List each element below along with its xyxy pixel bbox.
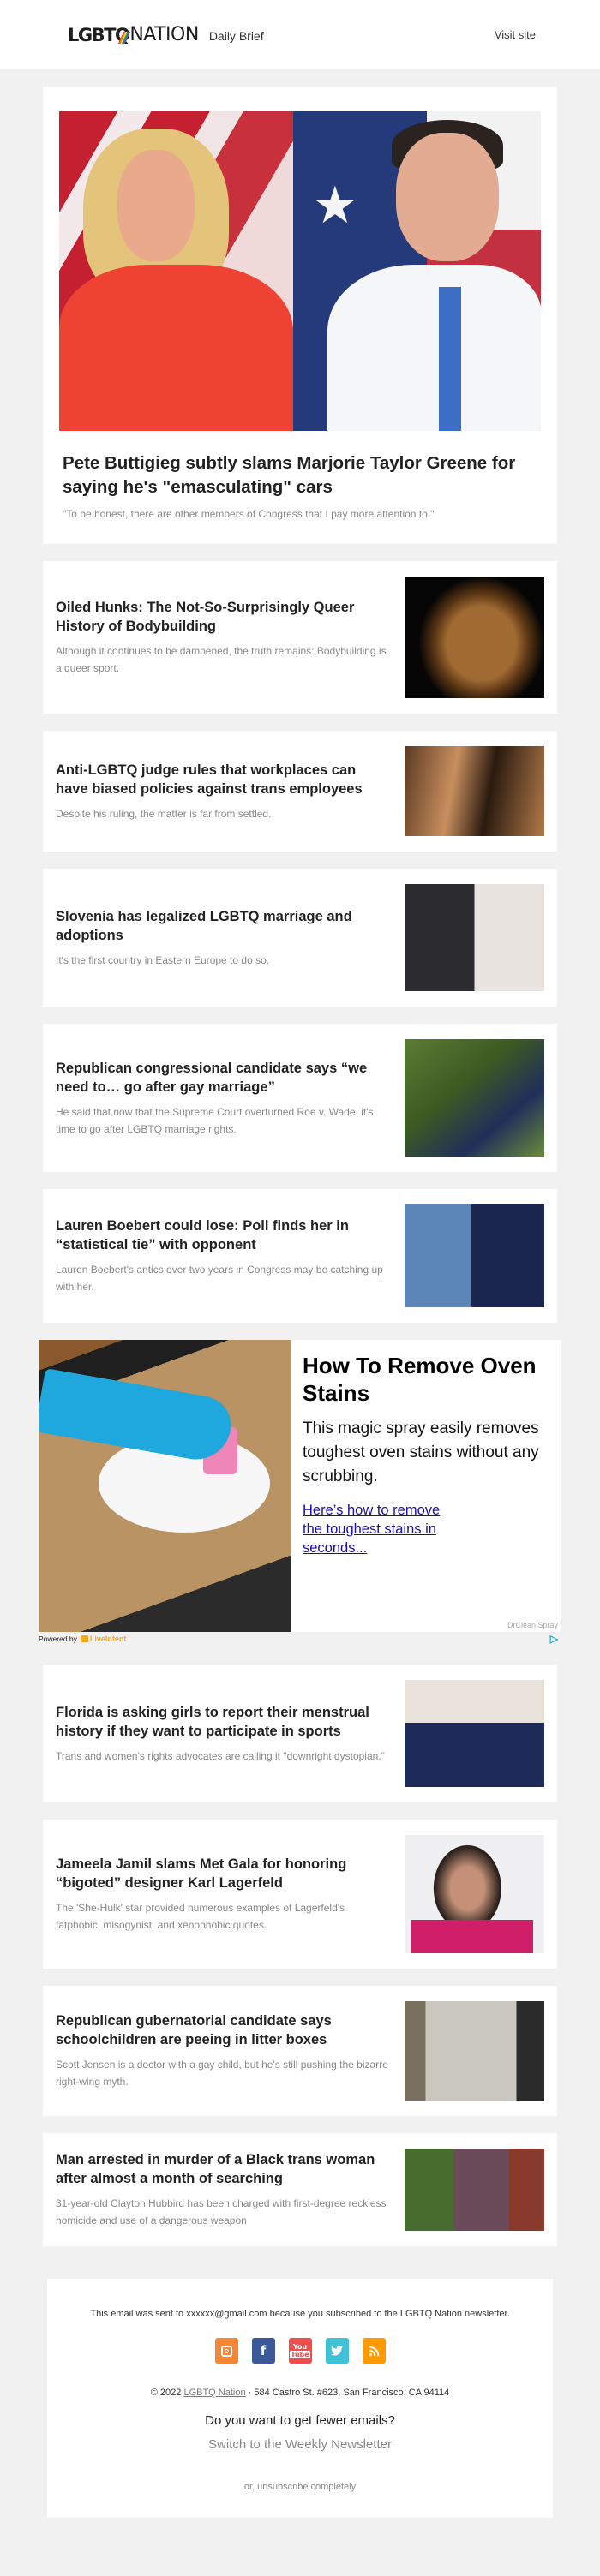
hero-image[interactable]: ★ [59, 111, 541, 431]
story-title-link[interactable]: Republican congressional candidate says … [56, 1059, 391, 1097]
email-header: LGBTQ NATION Daily Brief Visit site [0, 0, 600, 69]
lgbtq-nation-link[interactable]: LGBTQ Nation [183, 2388, 245, 2398]
story-thumbnail[interactable] [405, 1039, 544, 1157]
hero-image-right-photo: ★ [293, 111, 541, 431]
story-title-link[interactable]: Man arrested in murder of a Black trans … [56, 2150, 391, 2188]
story-description: 31-year-old Clayton Hubbird has been cha… [56, 2197, 387, 2226]
story-item[interactable]: Republican congressional candidate says … [43, 1024, 557, 1172]
story-description: Scott Jensen is a doctor with a gay chil… [56, 2059, 388, 2088]
powered-by-label: Powered by [39, 1635, 77, 1643]
logo-light-text: NATION [129, 24, 199, 45]
story-item[interactable]: Lauren Boebert could lose: Poll finds he… [43, 1189, 557, 1323]
youtube-icon[interactable]: You Tube [288, 2338, 312, 2364]
fewer-emails-prompt: Do you want to get fewer emails? [205, 2413, 395, 2428]
hero-story[interactable]: ★ Pete Buttigieg subtly slams Marjorie T… [43, 87, 557, 544]
story-title-link[interactable]: Anti-LGBTQ judge rules that workplaces c… [56, 761, 391, 798]
unsubscribe-link[interactable]: or, unsubscribe completely [64, 2482, 536, 2492]
story-description: Although it continues to be dampened, th… [56, 645, 387, 674]
twitter-icon[interactable] [325, 2338, 349, 2364]
liveintent-name: LiveIntent [89, 1635, 127, 1643]
email-footer: This email was sent to xxxxxx@gmail.com … [47, 2279, 553, 2518]
subscription-notice: This email was sent to xxxxxx@gmail.com … [90, 2309, 510, 2319]
story-title-link[interactable]: Lauren Boebert could lose: Poll finds he… [56, 1216, 391, 1254]
story-thumbnail[interactable] [405, 884, 544, 991]
story-description: Trans and women's rights advocates are c… [56, 1749, 385, 1762]
story-description: Despite his ruling, the matter is far fr… [56, 807, 272, 820]
ad-body: This magic spray easily removes toughest… [303, 1419, 539, 1485]
instagram-icon[interactable] [214, 2338, 238, 2364]
powered-by-liveintent[interactable]: Powered by LiveIntent [39, 1635, 126, 1643]
social-links: f You Tube [64, 2338, 536, 2364]
story-thumbnail[interactable] [405, 1204, 544, 1307]
story-thumbnail[interactable] [405, 2001, 544, 2101]
liveintent-logo-icon [80, 1635, 88, 1642]
mailing-address: · 584 Castro St. #623, San Francisco, CA… [248, 2388, 450, 2398]
lgbtq-nation-logo[interactable]: LGBTQ NATION Daily Brief [68, 24, 264, 45]
sponsored-ad[interactable]: How To Remove Oven Stains This magic spr… [39, 1340, 561, 1646]
newsletter-name: Daily Brief [208, 28, 264, 43]
story-item[interactable]: Anti-LGBTQ judge rules that workplaces c… [43, 731, 557, 852]
star-icon: ★ [312, 176, 358, 234]
adchoices-icon[interactable]: ▷ [550, 1633, 558, 1645]
story-title-link[interactable]: Republican gubernatorial candidate says … [56, 2011, 391, 2049]
story-thumbnail[interactable] [405, 577, 544, 698]
copyright-line: © 2022 LGBTQ Nation · 584 Castro St. #62… [64, 2388, 536, 2398]
story-item[interactable]: Florida is asking girls to report their … [43, 1665, 557, 1802]
ad-image[interactable] [39, 1340, 291, 1632]
ad-title[interactable]: How To Remove Oven Stains [303, 1352, 551, 1407]
story-title-link[interactable]: Slovenia has legalized LGBTQ marriage an… [56, 907, 391, 945]
visit-site-link[interactable]: Visit site [495, 28, 536, 41]
facebook-icon[interactable]: f [251, 2338, 275, 2364]
hero-image-left-photo [59, 111, 293, 431]
story-item[interactable]: Oiled Hunks: The Not-So-Surprisingly Que… [43, 561, 557, 714]
story-description: Lauren Boebert's antics over two years i… [56, 1264, 383, 1293]
story-item[interactable]: Republican gubernatorial candidate says … [43, 1986, 557, 2116]
story-thumbnail[interactable] [405, 1835, 544, 1953]
story-description: The 'She-Hulk' star provided numerous ex… [56, 1902, 345, 1931]
story-thumbnail[interactable] [405, 746, 544, 836]
ad-link[interactable]: Here’s how to remove the toughest stains… [303, 1501, 448, 1557]
story-thumbnail[interactable] [405, 2149, 544, 2231]
story-title-link[interactable]: Oiled Hunks: The Not-So-Surprisingly Que… [56, 598, 391, 636]
story-title-link[interactable]: Jameela Jamil slams Met Gala for honorin… [56, 1855, 391, 1892]
copyright-year: © 2022 [150, 2388, 182, 2398]
rss-icon[interactable] [362, 2338, 386, 2364]
story-item[interactable]: Man arrested in murder of a Black trans … [43, 2133, 557, 2246]
hero-description: "To be honest, there are other members o… [63, 508, 435, 520]
ad-sponsor: DrClean Spray [507, 1621, 558, 1629]
story-item[interactable]: Slovenia has legalized LGBTQ marriage an… [43, 869, 557, 1007]
story-thumbnail[interactable] [405, 1680, 544, 1787]
story-description: It's the first country in Eastern Europe… [56, 953, 270, 966]
story-description: He said that now that the Supreme Court … [56, 1105, 374, 1135]
story-title-link[interactable]: Florida is asking girls to report their … [56, 1703, 391, 1741]
switch-weekly-link[interactable]: Switch to the Weekly Newsletter [208, 2437, 392, 2452]
story-item[interactable]: Jameela Jamil slams Met Gala for honorin… [43, 1820, 557, 1969]
hero-title-link[interactable]: Pete Buttigieg subtly slams Marjorie Tay… [59, 451, 541, 499]
